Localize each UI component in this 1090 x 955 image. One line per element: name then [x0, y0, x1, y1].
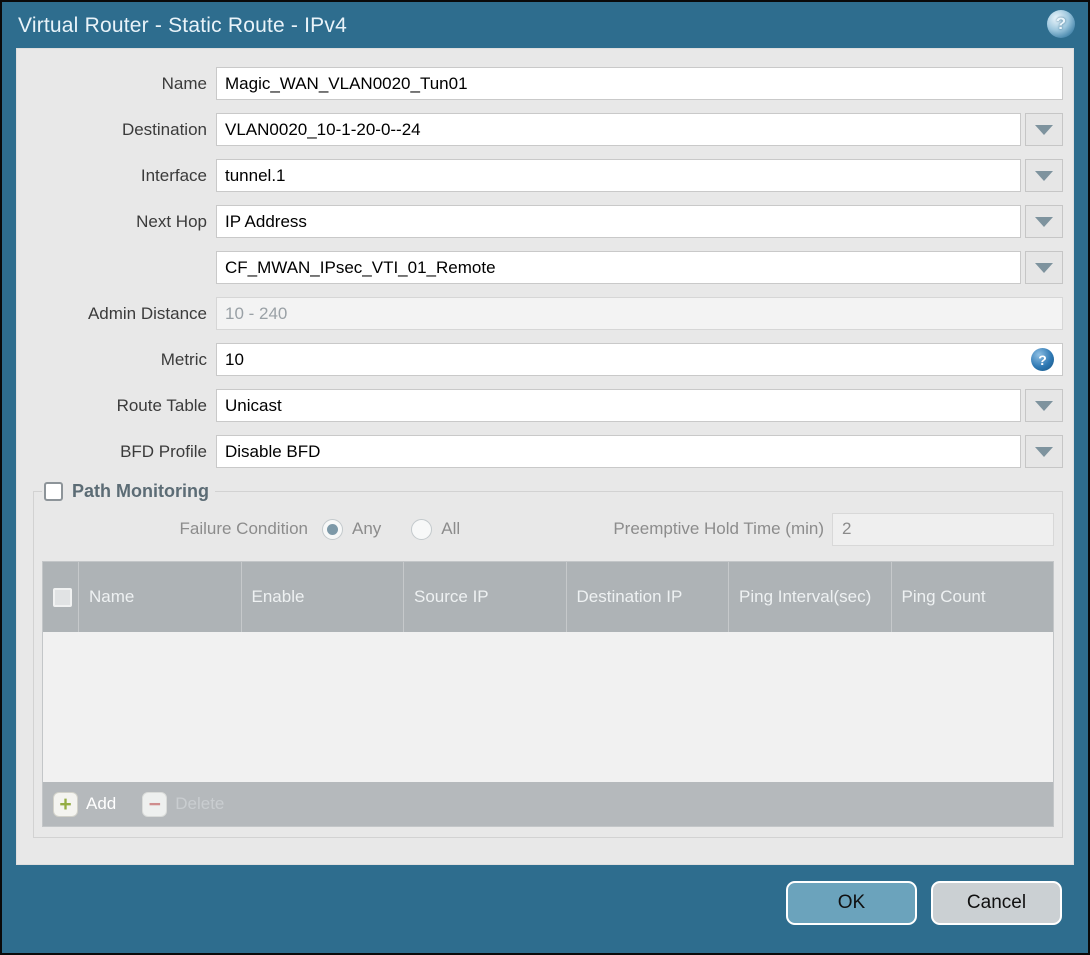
route-table-row: Route Table: [17, 389, 1063, 422]
interface-label: Interface: [140, 165, 207, 185]
interface-dropdown-button[interactable]: [1025, 159, 1063, 192]
path-monitoring-title: Path Monitoring: [72, 481, 209, 501]
dialog-title: Virtual Router - Static Route - IPv4: [18, 14, 347, 37]
metric-row: Metric ?: [17, 343, 1063, 376]
path-monitoring-table: Name Enable Source IP Destination IP Pin…: [42, 561, 1054, 827]
admin-distance-label: Admin Distance: [87, 303, 207, 323]
chevron-down-icon: [1035, 170, 1053, 181]
dialog-footer: OK Cancel: [2, 865, 1088, 953]
admin-distance-input[interactable]: [216, 297, 1063, 330]
route-table-label: Route Table: [116, 395, 207, 415]
form-panel: Name Destination Interface: [16, 48, 1074, 865]
select-all-checkbox[interactable]: [53, 587, 72, 607]
chevron-down-icon: [1035, 216, 1053, 227]
ok-button[interactable]: OK: [786, 881, 917, 925]
path-monitoring-legend: Path Monitoring: [42, 481, 215, 502]
delete-button[interactable]: − Delete: [142, 791, 225, 817]
cancel-button[interactable]: Cancel: [931, 881, 1062, 925]
interface-row: Interface: [17, 159, 1063, 192]
preemptive-hold-time-label: Preemptive Hold Time (min): [613, 519, 824, 538]
chevron-down-icon: [1035, 446, 1053, 457]
add-button-label: Add: [86, 794, 117, 813]
next-hop-type-input[interactable]: [216, 205, 1021, 238]
table-body-empty: [43, 632, 1053, 782]
preemptive-hold-time-input[interactable]: [832, 512, 1054, 546]
name-row: Name: [17, 67, 1063, 100]
table-header-row: Name Enable Source IP Destination IP Pin…: [43, 562, 1053, 632]
add-button[interactable]: + Add: [53, 791, 117, 817]
failure-condition-any-label: Any: [352, 519, 382, 538]
failure-condition-all-radio[interactable]: [411, 518, 433, 540]
bfd-profile-row: BFD Profile: [17, 435, 1063, 468]
route-table-input[interactable]: [216, 389, 1021, 422]
failure-condition-row: Failure Condition Any All Preemptive Hol…: [42, 512, 1054, 546]
next-hop-address-input[interactable]: [216, 251, 1021, 284]
column-header-destination-ip: Destination IP: [565, 562, 729, 632]
destination-input[interactable]: [216, 113, 1021, 146]
question-mark-glyph: ?: [1055, 14, 1067, 33]
destination-row: Destination: [17, 113, 1063, 146]
column-header-source-ip: Source IP: [403, 562, 566, 632]
minus-icon: −: [142, 791, 168, 817]
chevron-down-icon: [1035, 124, 1053, 135]
path-monitoring-checkbox[interactable]: [44, 482, 63, 501]
failure-condition-all-label: All: [441, 519, 461, 538]
destination-dropdown-button[interactable]: [1025, 113, 1063, 146]
chevron-down-icon: [1035, 400, 1053, 411]
failure-condition-any-radio[interactable]: [322, 518, 343, 540]
next-hop-address-row: [17, 251, 1063, 284]
admin-distance-row: Admin Distance: [17, 297, 1063, 330]
next-hop-dropdown-button[interactable]: [1025, 205, 1063, 238]
next-hop-label: Next Hop: [136, 211, 207, 231]
column-header-ping-count: Ping Count: [890, 562, 1054, 632]
help-icon[interactable]: ?: [1047, 10, 1075, 38]
interface-input[interactable]: [216, 159, 1021, 192]
failure-condition-label: Failure Condition: [179, 519, 308, 538]
table-header-checkbox-cell: [43, 562, 78, 632]
delete-button-label: Delete: [175, 794, 225, 813]
plus-icon: +: [53, 791, 78, 817]
bfd-profile-dropdown-button[interactable]: [1025, 435, 1063, 468]
destination-label: Destination: [121, 119, 207, 139]
metric-input[interactable]: [216, 343, 1063, 376]
screen: Virtual Router - Static Route - IPv4 ? N…: [0, 0, 1090, 955]
route-table-dropdown-button[interactable]: [1025, 389, 1063, 422]
question-mark-glyph: ?: [1038, 351, 1047, 368]
column-header-ping-interval: Ping Interval(sec): [728, 562, 891, 632]
static-route-dialog: Virtual Router - Static Route - IPv4 ? N…: [2, 2, 1088, 953]
bfd-profile-label: BFD Profile: [120, 441, 207, 461]
next-hop-address-dropdown-button[interactable]: [1025, 251, 1063, 284]
path-monitoring-section: Path Monitoring Failure Condition Any Al…: [33, 481, 1063, 838]
dialog-titlebar: Virtual Router - Static Route - IPv4 ?: [2, 2, 1088, 48]
column-header-enable: Enable: [240, 562, 404, 632]
metric-help-icon[interactable]: ?: [1031, 348, 1054, 371]
column-header-name: Name: [78, 562, 241, 632]
name-input[interactable]: [216, 67, 1063, 100]
chevron-down-icon: [1035, 262, 1053, 273]
next-hop-row: Next Hop: [17, 205, 1063, 238]
name-label: Name: [161, 73, 207, 93]
metric-label: Metric: [160, 349, 207, 369]
table-toolbar: + Add − Delete: [43, 782, 1053, 826]
bfd-profile-input[interactable]: [216, 435, 1021, 468]
